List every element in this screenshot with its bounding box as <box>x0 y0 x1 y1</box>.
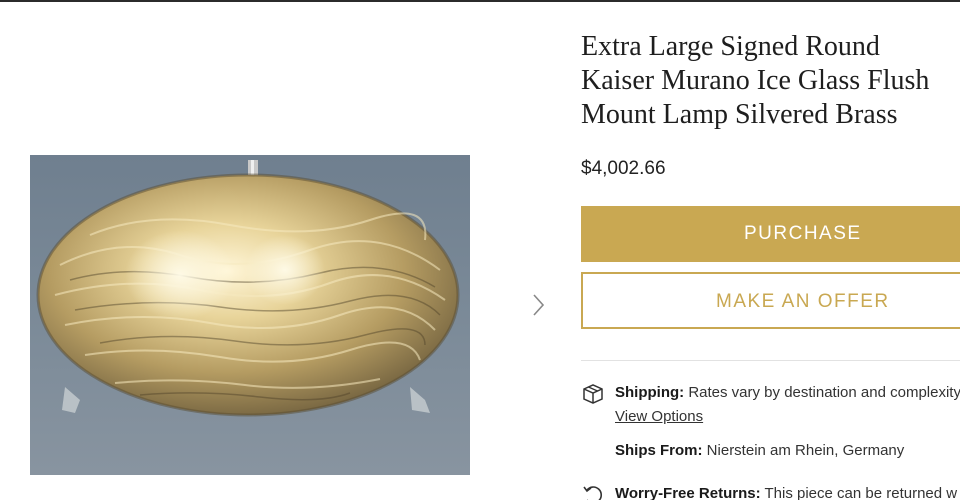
divider <box>581 360 960 361</box>
returns-text: This piece can be returned w <box>760 485 958 500</box>
returns-info: Worry-Free Returns: This piece can be re… <box>615 485 957 500</box>
purchase-button[interactable]: PURCHASE <box>581 206 960 262</box>
make-offer-button[interactable]: MAKE AN OFFER <box>581 272 960 329</box>
box-icon <box>581 382 605 406</box>
chevron-right-icon[interactable] <box>526 290 550 320</box>
shipping-info: Shipping: Rates vary by destination and … <box>615 384 960 401</box>
top-border <box>0 0 960 2</box>
purchase-button-label: PURCHASE <box>744 223 862 244</box>
title-line-2: Kaiser Murano Ice Glass Flush <box>581 65 930 96</box>
return-icon <box>581 482 605 500</box>
ships-from-info: Ships From: Nierstein am Rhein, Germany <box>615 442 904 459</box>
shipping-text: Rates vary by destination and complexity <box>684 384 960 401</box>
ships-from-label: Ships From: <box>615 442 703 459</box>
product-price: $4,002.66 <box>581 158 666 179</box>
product-image[interactable] <box>30 155 470 475</box>
returns-label: Worry-Free Returns: <box>615 485 761 500</box>
view-options-row: View Options <box>615 408 703 425</box>
product-title: Extra Large Signed Round Kaiser Murano I… <box>581 30 960 132</box>
shipping-label: Shipping: <box>615 384 685 401</box>
title-line-3: Mount Lamp Silvered Brass <box>581 99 898 130</box>
ships-from-value: Nierstein am Rhein, Germany <box>702 442 905 459</box>
view-options-link[interactable]: View Options <box>615 408 703 425</box>
title-line-1: Extra Large Signed Round <box>581 31 880 62</box>
make-offer-button-label: MAKE AN OFFER <box>716 291 890 312</box>
